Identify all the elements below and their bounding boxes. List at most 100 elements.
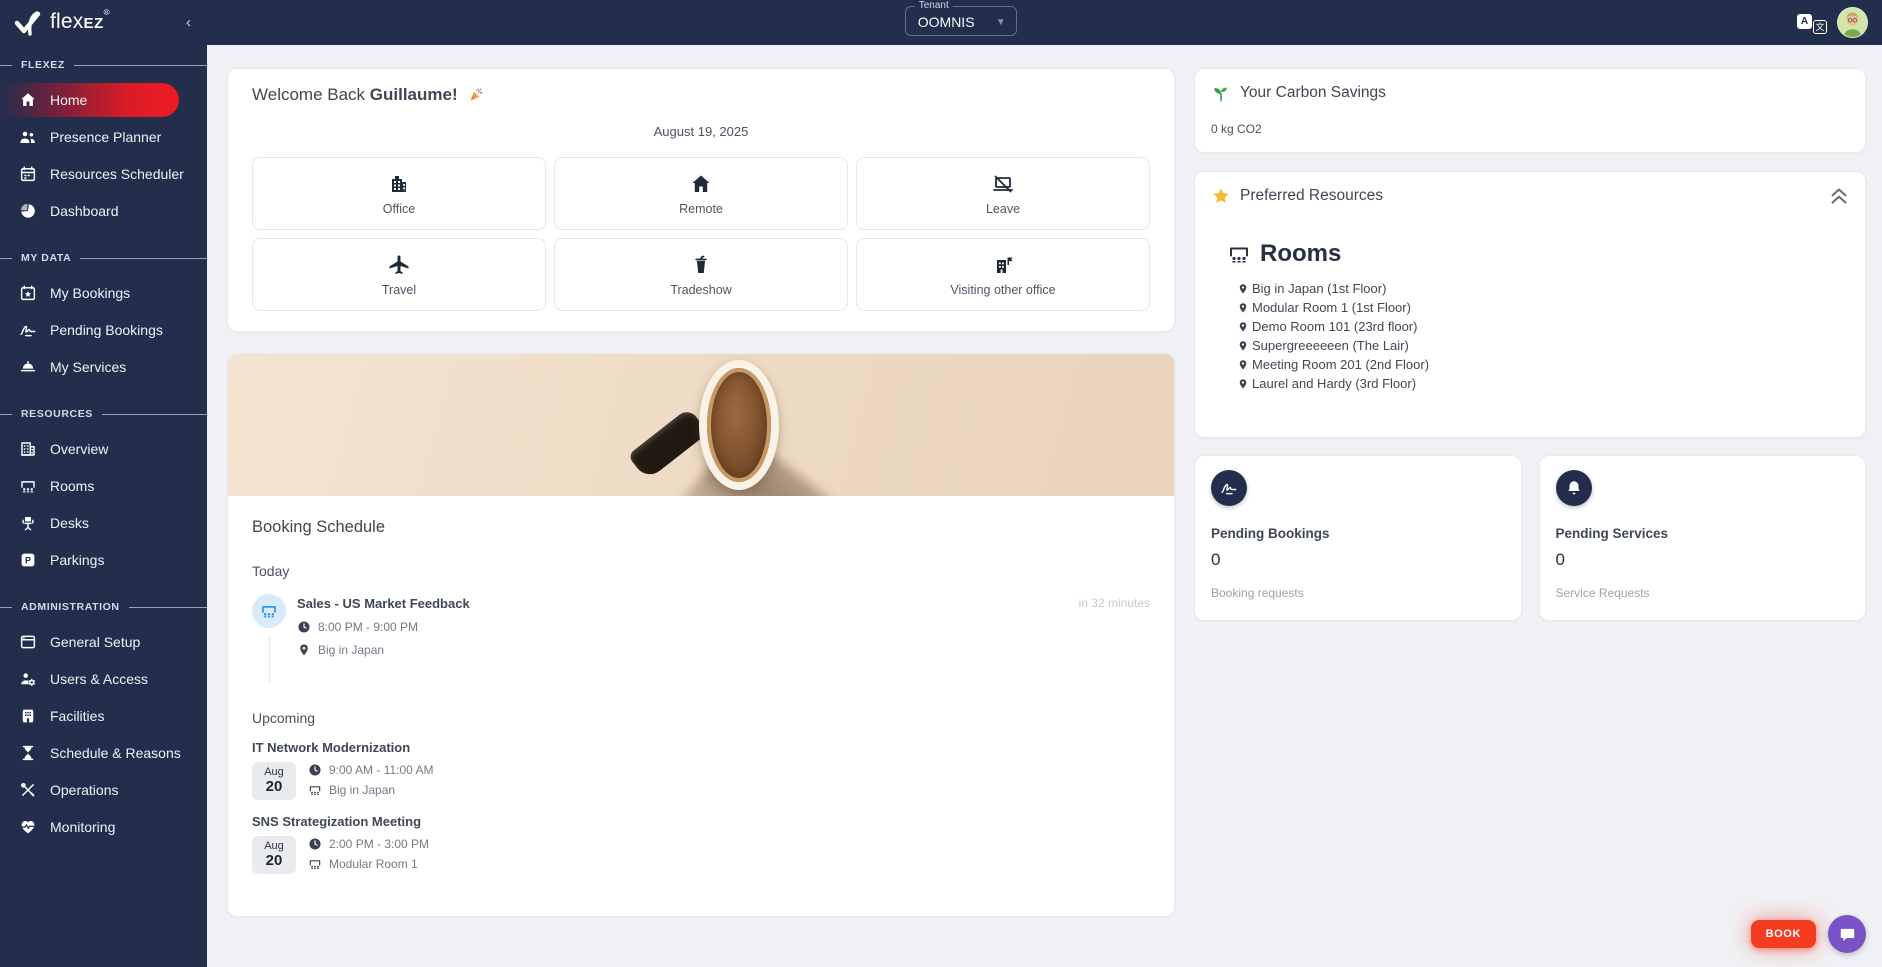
sidebar-item-pending-bookings[interactable]: Pending Bookings [0,313,207,347]
sidebar-item-monitoring[interactable]: Monitoring [0,810,207,844]
floating-actions: BOOK [1751,915,1866,953]
sidebar-item-my-services[interactable]: My Services [0,350,207,384]
room-icon [308,783,322,797]
sidebar-item-schedule-reasons[interactable]: Schedule & Reasons [0,736,207,770]
status-tile-office[interactable]: Office [252,157,546,230]
sidebar-item-label: Schedule & Reasons [50,745,181,761]
event-details: Sales - US Market Feedback 8:00 PM - 9:0… [297,594,470,684]
book-button[interactable]: BOOK [1751,920,1816,948]
sidebar-item-users-access[interactable]: Users & Access [0,662,207,696]
greeting-name: Guillaume! [370,85,458,104]
sidebar-item-home[interactable]: Home [0,83,179,117]
carbon-savings-card: Your Carbon Savings 0 kg CO2 [1194,68,1866,153]
room-name: Supergreeeeeen (The Lair) [1252,338,1409,354]
location-pin-icon [297,643,311,657]
user-avatar[interactable] [1837,7,1868,38]
location-pin-icon [1237,378,1249,390]
sidebar-item-my-bookings[interactable]: My Bookings [0,276,207,310]
preferred-resources-title: Preferred Resources [1240,187,1383,205]
sidebar-item-operations[interactable]: Operations [0,773,207,807]
sidebar-item-overview[interactable]: Overview [0,432,207,466]
cloche-icon [18,358,37,377]
preferred-rooms-list: Big in Japan (1st Floor) Modular Room 1 … [1237,281,1849,392]
status-tile-travel[interactable]: Travel [252,238,546,311]
room-list-item: Supergreeeeeen (The Lair) [1237,338,1849,354]
registered-mark: ® [104,8,110,17]
sidebar-item-label: Resources Scheduler [50,166,184,182]
sidebar-item-label: Overview [50,441,108,457]
event-icon-column [252,594,286,684]
status-tile-visiting-other-office[interactable]: Visiting other office [856,238,1150,311]
stat-subtitle: Service Requests [1556,586,1850,600]
parking-icon: P [18,551,37,570]
tenant-select[interactable]: Tenant OOMNIS ▼ [905,6,1017,36]
airplane-icon [387,253,411,277]
sidebar-item-desks[interactable]: Desks [0,506,207,540]
office-building-icon [387,172,411,196]
coffee-surface [707,368,771,482]
sidebar: flexEZ® ‹ FLEXEZ Home Presence Planner R… [0,0,207,967]
upcoming-event-row[interactable]: SNS Strategization Meeting Aug 20 2:00 P… [252,814,1150,874]
stat-value: 0 [1211,550,1505,570]
sidebar-item-parkings[interactable]: P Parkings [0,543,207,577]
clock-icon [297,620,311,634]
status-tile-leave[interactable]: Leave [856,157,1150,230]
welcome-title: Welcome Back Guillaume! [252,85,1150,108]
room-name: Laurel and Hardy (3rd Floor) [1252,376,1416,392]
sidebar-item-rooms[interactable]: Rooms [0,469,207,503]
status-tile-tradeshow[interactable]: Tradeshow [554,238,848,311]
tenant-select-value: OOMNIS [918,14,975,30]
event-time: 2:00 PM - 3:00 PM [329,837,429,851]
sidebar-collapse-icon[interactable]: ‹ [180,12,197,33]
topbar-actions: A 文 [1797,0,1868,45]
stat-subtitle: Booking requests [1211,586,1505,600]
today-label: Today [252,563,1150,579]
event-location: Modular Room 1 [329,857,418,871]
sidebar-item-label: Dashboard [50,203,119,219]
sidebar-item-general-setup[interactable]: General Setup [0,625,207,659]
sidebar-item-label: Desks [50,515,89,531]
tile-label: Visiting other office [950,283,1055,297]
left-column: Welcome Back Guillaume! August 19, 2025 … [227,68,1175,917]
event-location-row: Big in Japan [308,783,434,797]
room-name: Modular Room 1 (1st Floor) [1252,300,1411,316]
tenant-select-label: Tenant [915,0,953,11]
sidebar-item-dashboard[interactable]: Dashboard [0,194,207,228]
location-pin-icon [1237,340,1249,352]
sidebar-item-label: My Bookings [50,285,130,301]
room-list-item: Big in Japan (1st Floor) [1237,281,1849,297]
event-countdown: in 32 minutes [1079,594,1150,684]
sidebar-item-facilities[interactable]: Facilities [0,699,207,733]
app-root: flexEZ® ‹ FLEXEZ Home Presence Planner R… [0,0,1882,967]
status-tile-remote[interactable]: Remote [554,157,848,230]
event-location: Big in Japan [318,643,384,657]
sidebar-item-label: My Services [50,359,126,375]
stat-title: Pending Services [1556,526,1850,541]
event-time: 9:00 AM - 11:00 AM [329,763,434,777]
drink-cup-icon [689,253,713,277]
sidebar-item-label: Facilities [50,708,104,724]
today-event-row[interactable]: Sales - US Market Feedback 8:00 PM - 9:0… [252,594,1150,684]
star-icon [1211,186,1231,206]
sidebar-item-label: Presence Planner [50,129,161,145]
chat-fab-button[interactable] [1828,915,1866,953]
tile-label: Office [383,202,415,216]
location-pin-icon [1237,321,1249,333]
event-date-badge: Aug 20 [252,836,296,874]
language-switcher-button[interactable]: A 文 [1797,12,1827,34]
pending-bookings-card[interactable]: Pending Bookings 0 Booking requests [1194,455,1522,621]
translate-icon: A [1797,14,1812,29]
pending-services-card[interactable]: Pending Services 0 Service Requests [1539,455,1867,621]
calendar-icon [18,165,37,184]
event-location-row: Big in Japan [297,643,470,657]
greeting-prefix: Welcome Back [252,85,370,104]
avatar-image [1838,8,1867,37]
sidebar-item-resources-scheduler[interactable]: Resources Scheduler [0,157,207,191]
sidebar-item-presence-planner[interactable]: Presence Planner [0,120,207,154]
upcoming-event-row[interactable]: IT Network Modernization Aug 20 9:00 AM … [252,740,1150,800]
event-time-row: 9:00 AM - 11:00 AM [308,763,434,777]
topbar: Tenant OOMNIS ▼ A 文 [207,0,1882,45]
desk-chair-icon [18,514,37,533]
event-title: IT Network Modernization [252,740,1150,755]
collapse-chevrons-icon[interactable] [1829,186,1849,206]
